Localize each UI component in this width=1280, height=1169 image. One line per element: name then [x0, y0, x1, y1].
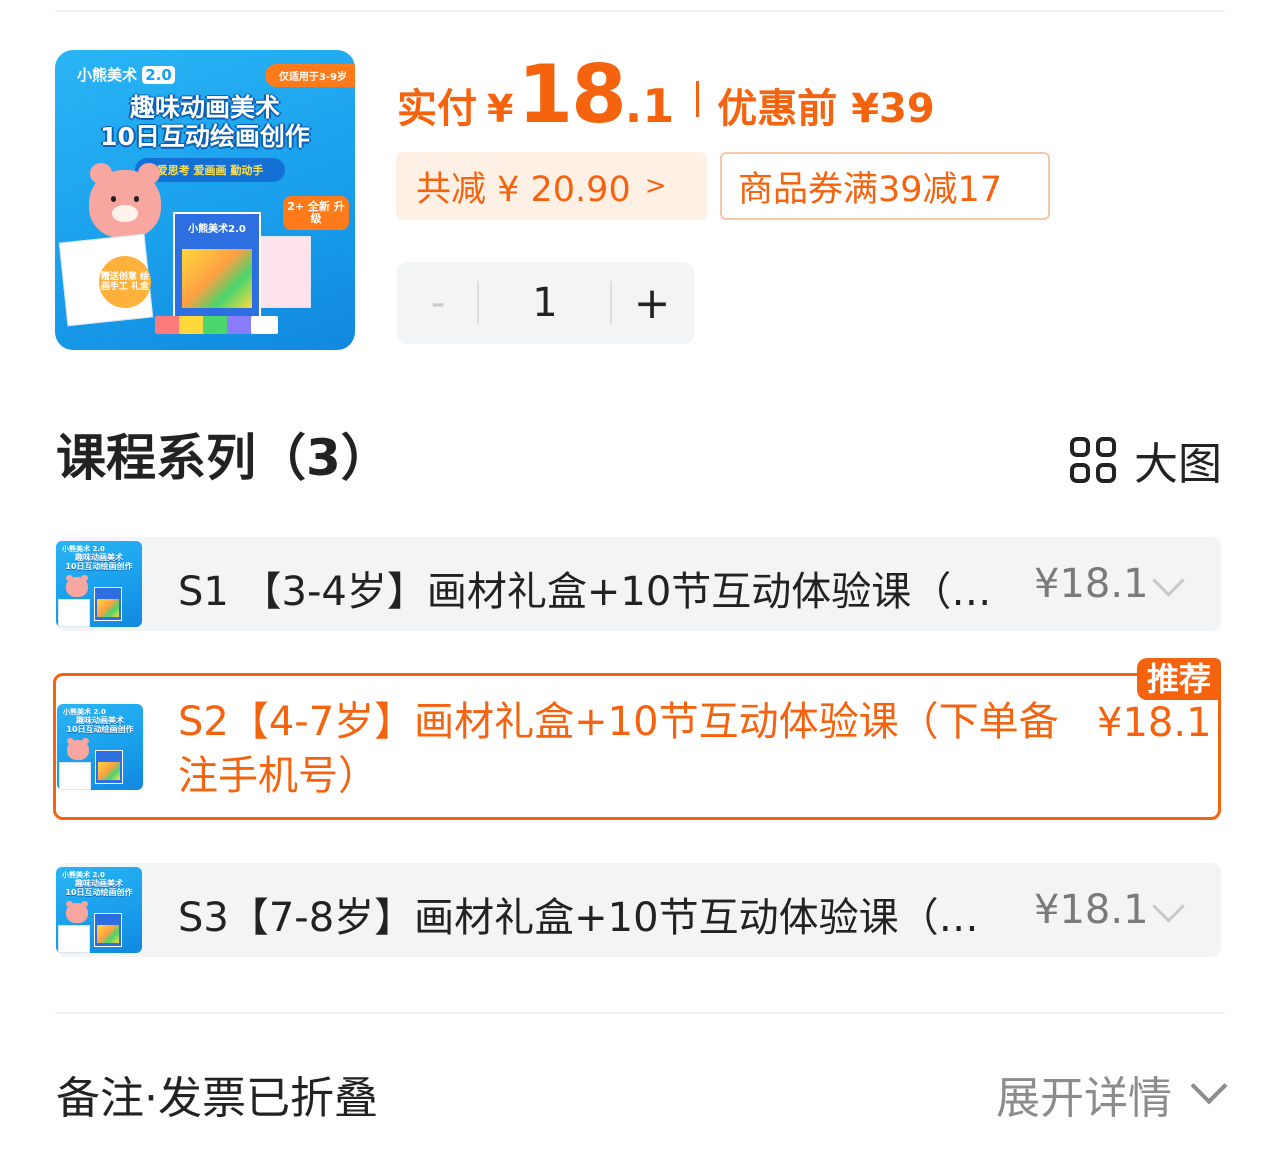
cover-clay-pad — [179, 316, 206, 334]
option-thumbnail: 小熊美术 2.0 趣味动画美术 10日互动绘画创作 — [56, 867, 142, 953]
cover-gift-tag: 2+ 全新 升级 — [283, 196, 349, 231]
quantity-input[interactable]: 1 — [481, 270, 609, 336]
option-label: S3【7-8岁】画材礼盒+10节互动体验课（下单备注手机号） — [178, 895, 996, 941]
chevron-down-icon[interactable] — [1152, 890, 1185, 923]
price-row: 实付 ¥ 18 .1 优惠前 ¥39 — [397, 48, 935, 141]
thumb-box — [94, 587, 122, 621]
series-option-s3[interactable]: 小熊美术 2.0 趣味动画美术 10日互动绘画创作 S3【7-8岁】画材礼盒+10… — [56, 863, 1221, 957]
quantity-stepper: - 1 + — [397, 262, 694, 344]
option-thumbnail: 小熊美术 2.0 趣味动画美术 10日互动绘画创作 — [57, 704, 143, 790]
top-divider — [55, 10, 1225, 12]
option-price: ¥18.1 — [1034, 887, 1149, 933]
thumb-box — [95, 750, 123, 784]
option-label: S2【4-7岁】画材礼盒+10节互动体验课（下单备注手机号） — [178, 699, 1059, 799]
thumb-bear — [66, 575, 88, 597]
thumb-headline: 趣味动画美术 10日互动绘画创作 — [66, 716, 134, 735]
cover-product-box: 小熊美术2.0 — [173, 212, 261, 320]
option-price: ¥18.1 — [1034, 561, 1149, 607]
stepper-divider — [610, 281, 612, 325]
option-thumbnail: 小熊美术 2.0 趣味动画美术 10日互动绘画创作 — [56, 541, 142, 627]
thumb-headline: 趣味动画美术 10日互动绘画创作 — [65, 553, 133, 572]
bottom-divider — [55, 1012, 1225, 1014]
cover-clay-pad — [227, 316, 254, 334]
series-option-s2[interactable]: 小熊美术 2.0 趣味动画美术 10日互动绘画创作 S2【4-7岁】画材礼盒+10… — [53, 658, 1221, 820]
chevron-right-icon: > — [644, 171, 667, 201]
cover-brand: 小熊美术 2.0 — [77, 64, 175, 85]
cover-age-tag: 仅适用于3-9岁 — [264, 64, 355, 87]
price-separator — [696, 81, 700, 117]
discount-total-tag[interactable]: 共减 ¥ 20.90 > — [396, 152, 707, 220]
thumb-box — [94, 913, 122, 947]
recommend-badge: 推荐 — [1136, 658, 1221, 700]
thumb-bear — [67, 738, 89, 760]
cover-bear-mascot — [89, 163, 161, 238]
paid-price-integer: 18 — [517, 48, 626, 141]
discount-total-text: 共减 ¥ 20.90 — [416, 169, 631, 210]
option-label: S1 【3-4岁】画材礼盒+10节互动体验课（下单备注手机号） — [178, 569, 1000, 615]
paid-price-decimal: .1 — [624, 79, 675, 133]
chevron-down-icon — [1190, 1067, 1228, 1105]
cover-gift-note: 赠送创意 绘画手工 礼盒 — [99, 256, 151, 308]
expand-details-label: 展开详情 — [996, 1073, 1172, 1124]
cover-headline: 趣味动画美术 10日互动绘画创作 — [100, 93, 310, 151]
thumb-sheet — [59, 762, 91, 790]
thumb-bear — [66, 901, 88, 923]
thumb-sheet — [58, 925, 90, 953]
cover-clay-pad — [203, 316, 230, 334]
grid-icon — [1070, 437, 1116, 483]
product-cover-image[interactable]: 小熊美术 2.0 仅适用于3-9岁 趣味动画美术 10日互动绘画创作 爱思考 爱… — [55, 50, 355, 350]
original-price: 优惠前 ¥39 — [717, 86, 935, 132]
stepper-divider — [477, 281, 479, 325]
series-title: 课程系列（3） — [56, 429, 391, 487]
paid-label: 实付 — [397, 86, 477, 132]
currency-symbol: ¥ — [487, 87, 514, 131]
thumb-sheet — [58, 599, 90, 627]
minus-icon[interactable]: - — [417, 272, 459, 334]
folded-notes-label: 备注·发票已折叠 — [56, 1073, 378, 1124]
series-option-s1[interactable]: 小熊美术 2.0 趣味动画美术 10日互动绘画创作 S1 【3-4岁】画材礼盒+1… — [56, 537, 1221, 631]
coupon-tag[interactable]: 商品券满39减17 — [720, 152, 1050, 220]
cover-clay-pad — [251, 316, 278, 334]
expand-details-button[interactable]: 展开详情 — [996, 1062, 1228, 1126]
option-price: ¥18.1 — [1097, 700, 1212, 746]
chevron-down-icon[interactable] — [1152, 564, 1185, 597]
cover-clay-pad — [155, 316, 182, 334]
large-view-label: 大图 — [1134, 439, 1222, 490]
thumb-headline: 趣味动画美术 10日互动绘画创作 — [65, 879, 133, 898]
large-view-toggle[interactable]: 大图 — [1070, 428, 1222, 492]
plus-icon[interactable]: + — [631, 272, 673, 334]
